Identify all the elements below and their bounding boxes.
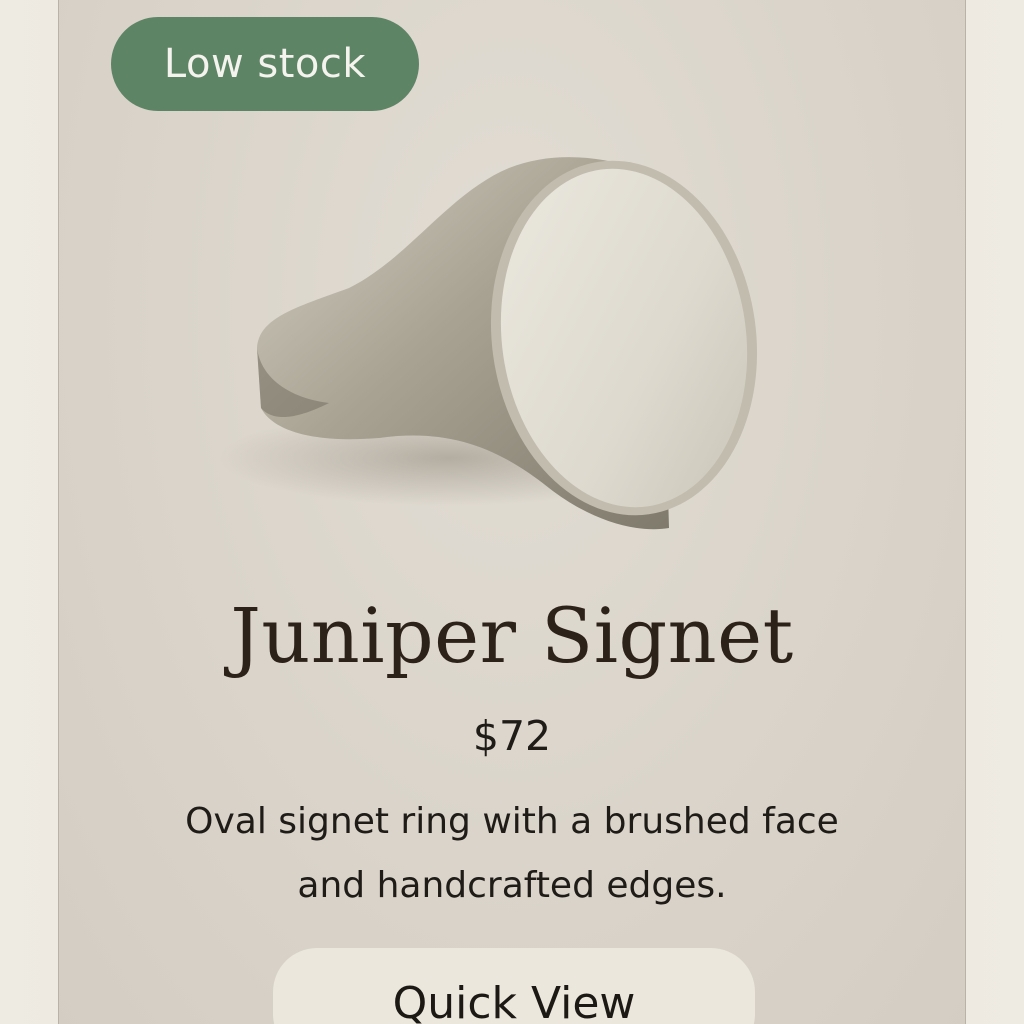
quick-view-button[interactable]: Quick View — [273, 948, 755, 1024]
page-background: Low stock Juniper Signet $72 Oval signet… — [0, 0, 1024, 1024]
product-image-ring[interactable] — [199, 138, 779, 558]
stock-status-badge: Low stock — [111, 17, 419, 111]
product-title: Juniper Signet — [230, 591, 794, 680]
product-price: $72 — [472, 712, 552, 760]
product-description: Oval signet ring with a brushed face and… — [185, 801, 839, 906]
product-card[interactable]: Low stock Juniper Signet $72 Oval signet… — [58, 0, 966, 1024]
